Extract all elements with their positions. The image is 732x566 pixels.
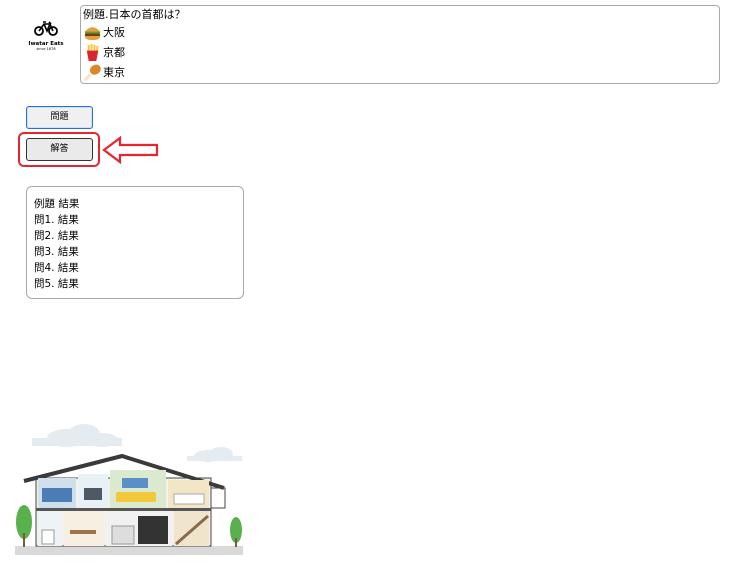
house-cutaway-illustration <box>15 424 243 555</box>
result-line: 問1. 結果 <box>34 214 79 226</box>
answer-option-label: 大阪 <box>103 26 125 39</box>
answer-option-label: 京都 <box>103 46 125 59</box>
result-line: 問4. 結果 <box>34 262 79 274</box>
hamburger-icon <box>84 26 101 40</box>
answer-button-highlight <box>18 132 100 167</box>
french-fries-icon <box>86 43 99 61</box>
answer-option-2[interactable]: 京都 <box>83 42 717 62</box>
answer-option-1[interactable]: 大阪 <box>83 22 717 42</box>
result-line: 問2. 結果 <box>34 230 79 242</box>
results-panel: 例題 結果 問1. 結果 問2. 結果 問3. 結果 問4. 結果 問5. 結果 <box>26 186 244 299</box>
question-title: 例題.日本の首都は？ <box>83 8 186 21</box>
answer-option-label: 東京 <box>103 66 125 79</box>
question-button[interactable]: 問題 <box>26 106 93 129</box>
result-line: 問5. 結果 <box>34 278 79 290</box>
result-line: 問3. 結果 <box>34 246 79 258</box>
result-line: 例題 結果 <box>34 198 80 210</box>
answer-option-3[interactable]: 東京 <box>83 62 717 82</box>
brand-logo: Iwatar Eats since 1878 <box>24 20 68 64</box>
logo-since-text: since 1878 <box>36 47 56 51</box>
bicycle-icon <box>34 21 58 36</box>
question-box[interactable]: 例題.日本の首都は？ 大阪 京都 東京 <box>80 5 720 84</box>
arrow-left-icon <box>102 135 159 165</box>
chicken-leg-icon <box>84 64 101 81</box>
